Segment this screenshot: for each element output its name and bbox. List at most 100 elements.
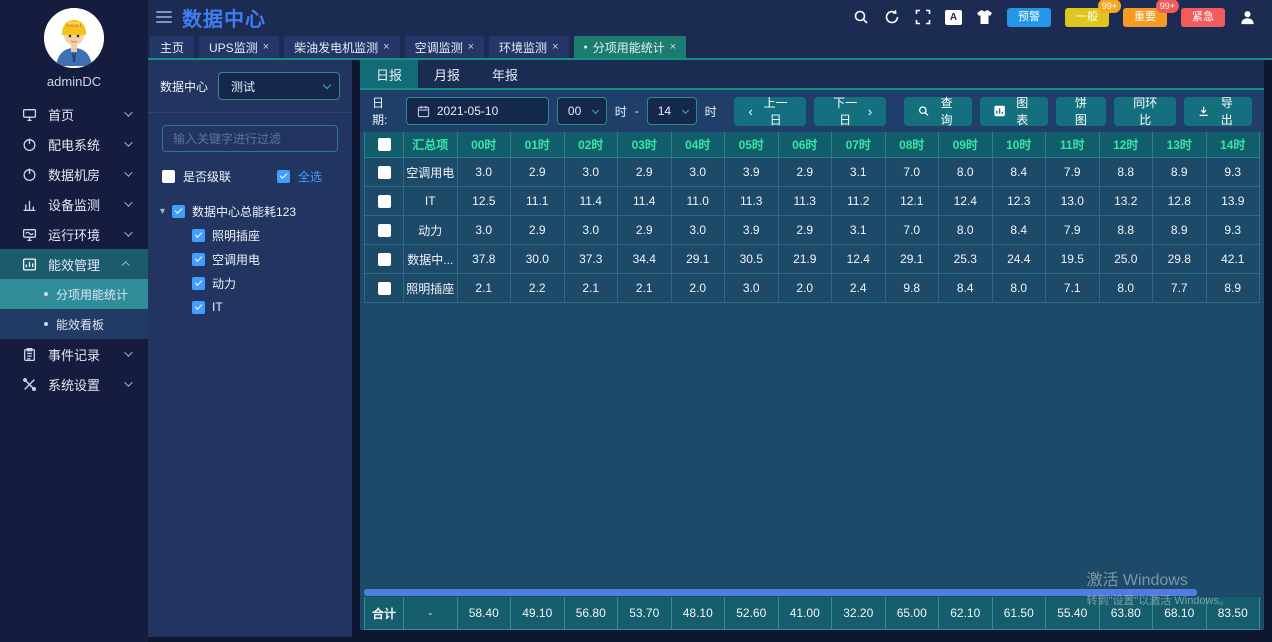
menu-toggle-icon[interactable] xyxy=(156,11,172,23)
compare-button[interactable]: 同环比 xyxy=(1114,97,1176,126)
page-tab-label: 空调监测 xyxy=(415,39,463,56)
prev-day-button[interactable]: ‹ 上一日 xyxy=(734,97,806,126)
tree-root-node[interactable]: ▾ 数据中心总能耗123 xyxy=(160,199,352,223)
search-icon[interactable] xyxy=(852,9,869,26)
cell-value: 8.0 xyxy=(939,216,993,245)
select-all-label[interactable]: 全选 xyxy=(298,168,322,185)
sidebar-item-system-settings[interactable]: 系统设置 xyxy=(0,369,148,399)
row-checkbox[interactable] xyxy=(378,138,391,151)
date-picker[interactable]: 2021-05-10 xyxy=(406,97,549,125)
cascade-checkbox[interactable] xyxy=(162,170,175,183)
tree-node-checkbox[interactable] xyxy=(192,253,205,266)
cell-value: 7.0 xyxy=(886,158,940,187)
page-tab-energy-breakdown[interactable]: ● 分项用能统计 × xyxy=(574,36,687,58)
sidebar-item-energy-management[interactable]: 能效管理 xyxy=(0,249,148,279)
page-tab-home[interactable]: 主页 xyxy=(150,36,194,58)
sidebar-item-power-distribution[interactable]: 配电系统 xyxy=(0,129,148,159)
page-tab-ups[interactable]: UPS监测 × xyxy=(199,36,279,58)
theme-shirt-icon[interactable] xyxy=(976,9,993,26)
tree-node-checkbox[interactable] xyxy=(192,301,205,314)
alarm-important-button[interactable]: 重要 99+ xyxy=(1123,8,1167,27)
font-size-icon[interactable]: A xyxy=(945,10,962,25)
refresh-icon[interactable] xyxy=(883,9,900,26)
alarm-warning-button[interactable]: 预警 xyxy=(1007,8,1051,27)
row-checkbox[interactable] xyxy=(378,282,391,295)
user-icon[interactable] xyxy=(1239,9,1256,26)
tree-node-power[interactable]: 动力 xyxy=(160,271,352,295)
keyword-filter-input[interactable] xyxy=(162,125,338,152)
chart-button[interactable]: 图表 xyxy=(980,97,1048,126)
chart-icon xyxy=(994,105,1005,117)
close-icon[interactable]: × xyxy=(263,42,269,53)
tree-node-hvac[interactable]: 空调用电 xyxy=(160,247,352,271)
query-button[interactable]: 查询 xyxy=(904,97,972,126)
cell-value: 12.5 xyxy=(458,187,512,216)
sidebar-item-device-monitor[interactable]: 设备监测 xyxy=(0,189,148,219)
search-icon xyxy=(918,105,929,117)
alarm-urgent-label: 紧急 xyxy=(1192,11,1214,23)
cell-value: 29.1 xyxy=(886,245,940,274)
datacenter-select[interactable]: 测试 xyxy=(218,72,340,100)
submenu-item-label: 能效看板 xyxy=(56,316,104,333)
sidebar-item-label: 运行环境 xyxy=(48,225,100,244)
page-tab-environment[interactable]: 环境监测 × xyxy=(489,36,568,58)
tab-daily-report[interactable]: 日报 xyxy=(360,60,418,88)
cell-value: 8.9 xyxy=(1153,216,1207,245)
tab-monthly-report[interactable]: 月报 xyxy=(418,60,476,88)
select-all-checkbox[interactable] xyxy=(277,170,290,183)
hour-start-select[interactable]: 00 xyxy=(557,97,607,125)
next-day-button[interactable]: 下一日 › xyxy=(814,97,886,126)
active-dot-icon: ● xyxy=(584,44,588,51)
cell-value: 3.0 xyxy=(458,158,512,187)
sidebar-item-energy-dashboard[interactable]: 能效看板 xyxy=(0,309,148,339)
table-row: IT12.511.111.411.411.011.311.311.212.112… xyxy=(364,187,1260,216)
alarm-urgent-button[interactable]: 紧急 xyxy=(1181,8,1225,27)
cell-value: 19.5 xyxy=(1046,245,1100,274)
filter-panel: 数据中心 测试 是否级联 全选 ▾ 数据中心总能耗123 照明插座 xyxy=(148,60,352,637)
sidebar-item-energy-breakdown[interactable]: 分项用能统计 xyxy=(0,279,148,309)
tab-yearly-report[interactable]: 年报 xyxy=(476,60,534,88)
page-tab-hvac[interactable]: 空调监测 × xyxy=(405,36,484,58)
sidebar-item-label: 数据机房 xyxy=(48,165,100,184)
cell-value: 2.0 xyxy=(672,274,726,303)
tree-root-checkbox[interactable] xyxy=(172,205,185,218)
chevron-right-icon: › xyxy=(868,105,872,118)
row-checkbox[interactable] xyxy=(378,166,391,179)
sidebar-item-environment[interactable]: 运行环境 xyxy=(0,219,148,249)
tree-node-it[interactable]: IT xyxy=(160,295,352,319)
alarm-important-badge: 99+ xyxy=(1156,0,1179,13)
close-icon[interactable]: × xyxy=(468,42,474,53)
tree-expand-icon[interactable]: ▾ xyxy=(160,206,165,217)
sidebar-item-home[interactable]: 首页 xyxy=(0,99,148,129)
avatar[interactable]: beland xyxy=(44,8,104,68)
hour-unit-label: 时 xyxy=(615,103,627,120)
cell-value: 29.1 xyxy=(672,245,726,274)
fullscreen-icon[interactable] xyxy=(914,9,931,26)
tree-node-checkbox[interactable] xyxy=(192,229,205,242)
close-icon[interactable]: × xyxy=(383,42,389,53)
row-checkbox[interactable] xyxy=(378,195,391,208)
footer-value: 32.20 xyxy=(832,597,886,630)
cell-value: 21.9 xyxy=(779,245,833,274)
scrollbar-thumb[interactable] xyxy=(364,589,1197,596)
column-header: 06时 xyxy=(779,132,833,158)
row-checkbox-cell xyxy=(364,245,404,274)
sidebar-item-data-room[interactable]: 数据机房 xyxy=(0,159,148,189)
row-checkbox[interactable] xyxy=(378,224,391,237)
tree-node-checkbox[interactable] xyxy=(192,277,205,290)
query-label: 查询 xyxy=(935,94,958,128)
alarm-general-button[interactable]: 一般 99+ xyxy=(1065,8,1109,27)
cell-value: 8.4 xyxy=(939,274,993,303)
close-icon[interactable]: × xyxy=(670,42,676,53)
page-tab-diesel[interactable]: 柴油发电机监测 × xyxy=(284,36,399,58)
hour-end-select[interactable]: 14 xyxy=(647,97,697,125)
close-icon[interactable]: × xyxy=(552,42,558,53)
footer-value: 63.80 xyxy=(1100,597,1154,630)
tree-node-lighting[interactable]: 照明插座 xyxy=(160,223,352,247)
pie-chart-button[interactable]: 饼图 xyxy=(1056,97,1107,126)
chevron-down-icon xyxy=(124,138,132,146)
export-button[interactable]: 导出 xyxy=(1184,97,1252,126)
range-dash: - xyxy=(635,104,639,118)
sidebar-item-event-log[interactable]: 事件记录 xyxy=(0,339,148,369)
row-checkbox[interactable] xyxy=(378,253,391,266)
